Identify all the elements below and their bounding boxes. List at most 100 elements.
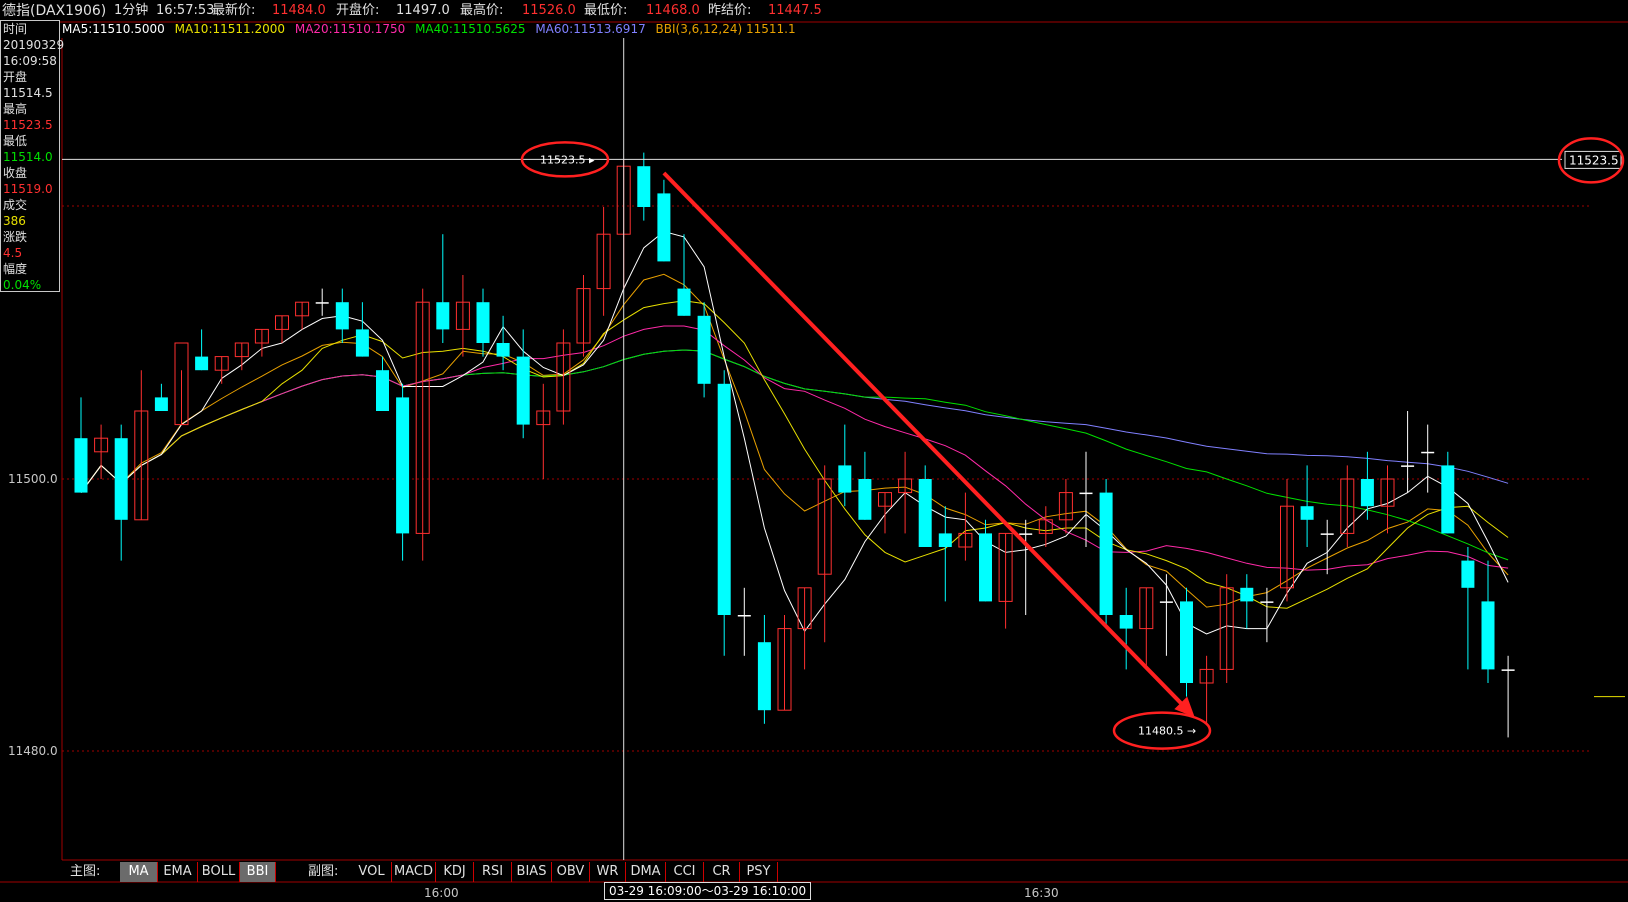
bar-info-panel: 时间 20190329 16:09:58 开盘 11514.5 最高 11523… bbox=[0, 20, 65, 292]
ma5-line bbox=[80, 230, 1509, 635]
candle bbox=[174, 342, 189, 426]
candle-body bbox=[1401, 465, 1415, 467]
tab-ema[interactable]: EMA bbox=[158, 862, 198, 882]
candle-body bbox=[436, 302, 450, 330]
chart-grid: 11500.0 11480.0 bbox=[0, 21, 1628, 883]
candle-body bbox=[1421, 451, 1435, 454]
tab-cci[interactable]: CCI bbox=[666, 862, 704, 882]
candle bbox=[1481, 560, 1495, 683]
candle-body bbox=[1180, 601, 1193, 683]
candle bbox=[396, 383, 410, 561]
tab-ma[interactable]: MA bbox=[120, 862, 158, 882]
price-tick-label: 11500.0 bbox=[8, 472, 58, 486]
candle bbox=[556, 329, 571, 425]
candle bbox=[979, 519, 992, 602]
candle bbox=[275, 315, 289, 343]
candle bbox=[355, 302, 369, 357]
candle bbox=[637, 152, 651, 221]
candle-body bbox=[1099, 492, 1113, 615]
time-selection-box: 03-29 16:09:00〜03-29 16:10:00 bbox=[604, 882, 812, 900]
tab-psy[interactable]: PSY bbox=[740, 862, 778, 882]
candle bbox=[195, 329, 209, 371]
candle bbox=[817, 465, 832, 643]
candle bbox=[436, 234, 450, 343]
bar-volume: 386 bbox=[3, 214, 26, 228]
ma-legend: MA5:11510.5000 MA10:11511.2000 MA20:1151… bbox=[62, 22, 802, 38]
volume-label: 成交 bbox=[3, 198, 28, 212]
candle bbox=[596, 207, 611, 316]
bbi-legend: BBI(3,6,12,24) 11511.1 bbox=[655, 22, 796, 36]
candle bbox=[697, 302, 711, 398]
candle bbox=[1240, 574, 1254, 629]
ma60-legend: MA60:11513.6917 bbox=[535, 22, 646, 36]
tab-dma[interactable]: DMA bbox=[626, 862, 666, 882]
quote-time: 16:57:53 bbox=[156, 3, 215, 18]
candle-body bbox=[396, 397, 410, 534]
tab-vol[interactable]: VOL bbox=[352, 862, 392, 882]
candle bbox=[1360, 451, 1374, 520]
prev-settle-value: 11447.5 bbox=[768, 3, 822, 18]
candle-body bbox=[476, 302, 490, 343]
candle bbox=[295, 301, 310, 330]
crosshair-price-label: 11523.5 ▸ bbox=[540, 153, 595, 166]
candle bbox=[657, 179, 671, 262]
tab-macd[interactable]: MACD bbox=[392, 862, 436, 882]
candle-body bbox=[938, 533, 952, 547]
candle-body bbox=[1461, 560, 1475, 588]
candle bbox=[737, 587, 751, 656]
candle bbox=[1340, 465, 1355, 547]
candle bbox=[1300, 465, 1314, 547]
candle-body bbox=[1441, 465, 1455, 534]
tab-wr[interactable]: WR bbox=[590, 862, 626, 882]
candle-body bbox=[1501, 669, 1515, 671]
bar-pct: 0.04% bbox=[3, 278, 42, 292]
main-chart-label: 主图: bbox=[70, 864, 101, 879]
candle bbox=[938, 506, 952, 602]
candle bbox=[315, 288, 329, 316]
candle-body bbox=[979, 533, 992, 602]
candle-body bbox=[737, 615, 751, 617]
candle bbox=[1219, 574, 1234, 683]
low-price-value: 11468.0 bbox=[646, 3, 700, 18]
time-tick-1630: 16:30 bbox=[1024, 886, 1059, 900]
candle bbox=[1119, 587, 1133, 670]
tab-bbi[interactable]: BBI bbox=[240, 862, 276, 882]
tab-obv[interactable]: OBV bbox=[552, 862, 590, 882]
candle-body bbox=[637, 166, 651, 207]
tab-bias[interactable]: BIAS bbox=[512, 862, 552, 882]
candle bbox=[1380, 465, 1395, 534]
high-price-value: 11526.0 bbox=[522, 3, 576, 18]
candle bbox=[114, 424, 128, 561]
indicator-tab-bar: 主图: MA EMA BOLL BBI 副图: VOL MACD KDJ RSI… bbox=[62, 862, 1512, 882]
candle bbox=[134, 370, 149, 521]
candle-body bbox=[335, 302, 349, 330]
open-label: 开盘 bbox=[3, 70, 28, 84]
period-label: 1分钟 bbox=[114, 3, 149, 18]
open-price-value: 11497.0 bbox=[396, 3, 450, 18]
tab-boll[interactable]: BOLL bbox=[198, 862, 240, 882]
close-label: 收盘 bbox=[3, 166, 28, 180]
candle bbox=[1199, 655, 1214, 724]
annotation-layer: 11523.5 ▸ 11523.5 11480.5 → bbox=[62, 38, 1625, 860]
high-label: 最高 bbox=[3, 102, 28, 116]
candle bbox=[918, 465, 932, 547]
change-label: 涨跌 bbox=[3, 230, 28, 244]
candle-body bbox=[697, 315, 711, 384]
candle-body bbox=[154, 397, 168, 411]
candle-body bbox=[1260, 601, 1274, 603]
tab-cr[interactable]: CR bbox=[704, 862, 740, 882]
tab-rsi[interactable]: RSI bbox=[474, 862, 512, 882]
ma40-legend: MA40:11510.5625 bbox=[415, 22, 526, 36]
tab-kdj[interactable]: KDJ bbox=[436, 862, 474, 882]
candle bbox=[74, 397, 88, 493]
quote-header: 德指(DAX1906) 1分钟 16:57:53 最新价: 11484.0 开盘… bbox=[0, 0, 1628, 22]
candle bbox=[717, 370, 731, 656]
candle bbox=[1180, 587, 1193, 697]
bar-open: 11514.5 bbox=[3, 86, 53, 100]
low-label: 最低 bbox=[3, 134, 28, 148]
candlestick-chart[interactable]: 11500.0 11480.0 11523.5 ▸ 11523.5 11480.5 → bbox=[0, 0, 1628, 902]
candle bbox=[757, 615, 771, 724]
bar-date: 20190329 bbox=[3, 38, 65, 52]
last-price-value: 11484.0 bbox=[272, 3, 326, 18]
symbol-title: 德指(DAX1906) bbox=[2, 3, 107, 19]
